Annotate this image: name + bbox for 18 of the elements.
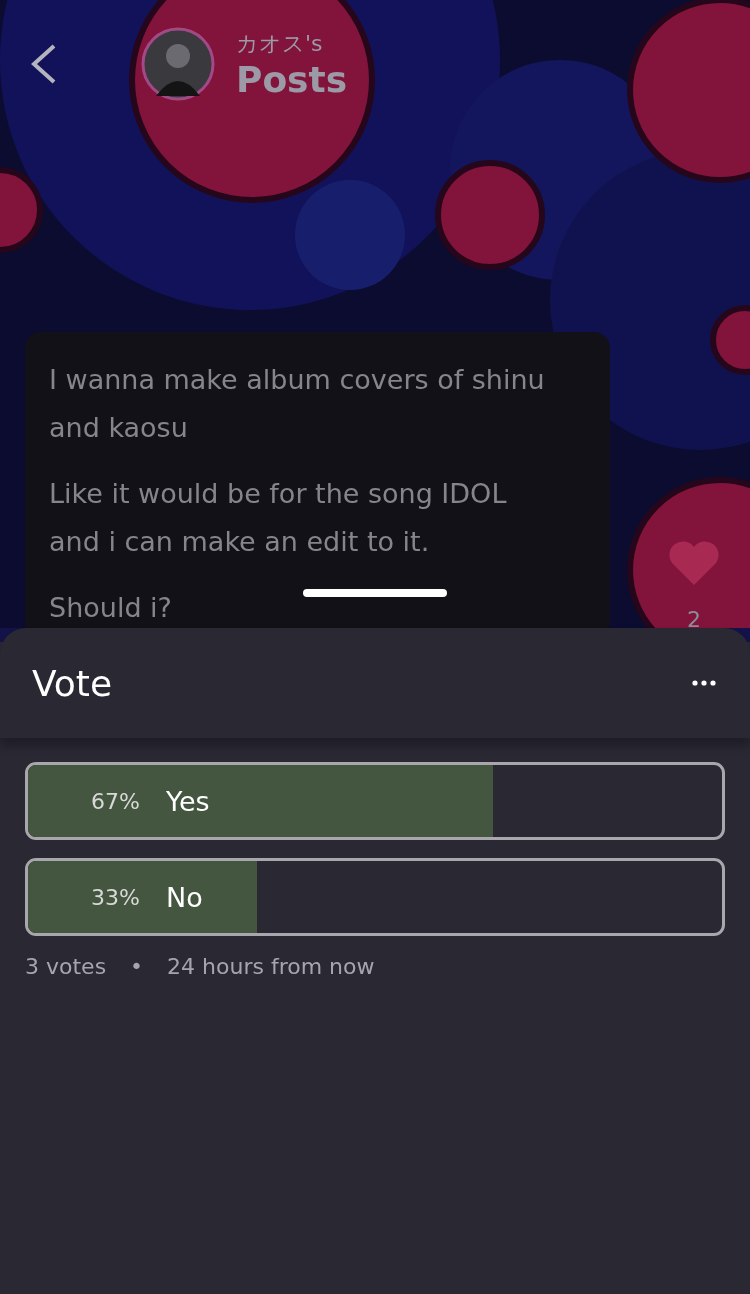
separator-dot: • [130, 954, 144, 979]
option-label: No [166, 881, 203, 913]
owner-name: カオス's [236, 29, 324, 58]
option-percent: 33% [90, 884, 140, 910]
poll-deadline: 24 hours from now [167, 954, 375, 979]
post-text: Like it would be for the song IDOL and i can make an edit to it. [49, 477, 508, 559]
sheet-title: Vote [32, 662, 113, 704]
post-text: Should i? [49, 591, 172, 625]
poll-option[interactable]: 67% Yes [25, 762, 725, 840]
page-title: Posts [236, 58, 348, 100]
more-icon[interactable] [692, 680, 716, 686]
option-label: Yes [166, 785, 210, 817]
post-text: I wanna make album covers of shinu and kaosu [49, 363, 546, 445]
avatar[interactable] [140, 26, 216, 102]
vote-count: 3 votes [25, 954, 107, 979]
option-percent: 67% [90, 788, 140, 814]
like-count: 2 [687, 607, 701, 632]
poll-option[interactable]: 33% No [25, 858, 725, 936]
